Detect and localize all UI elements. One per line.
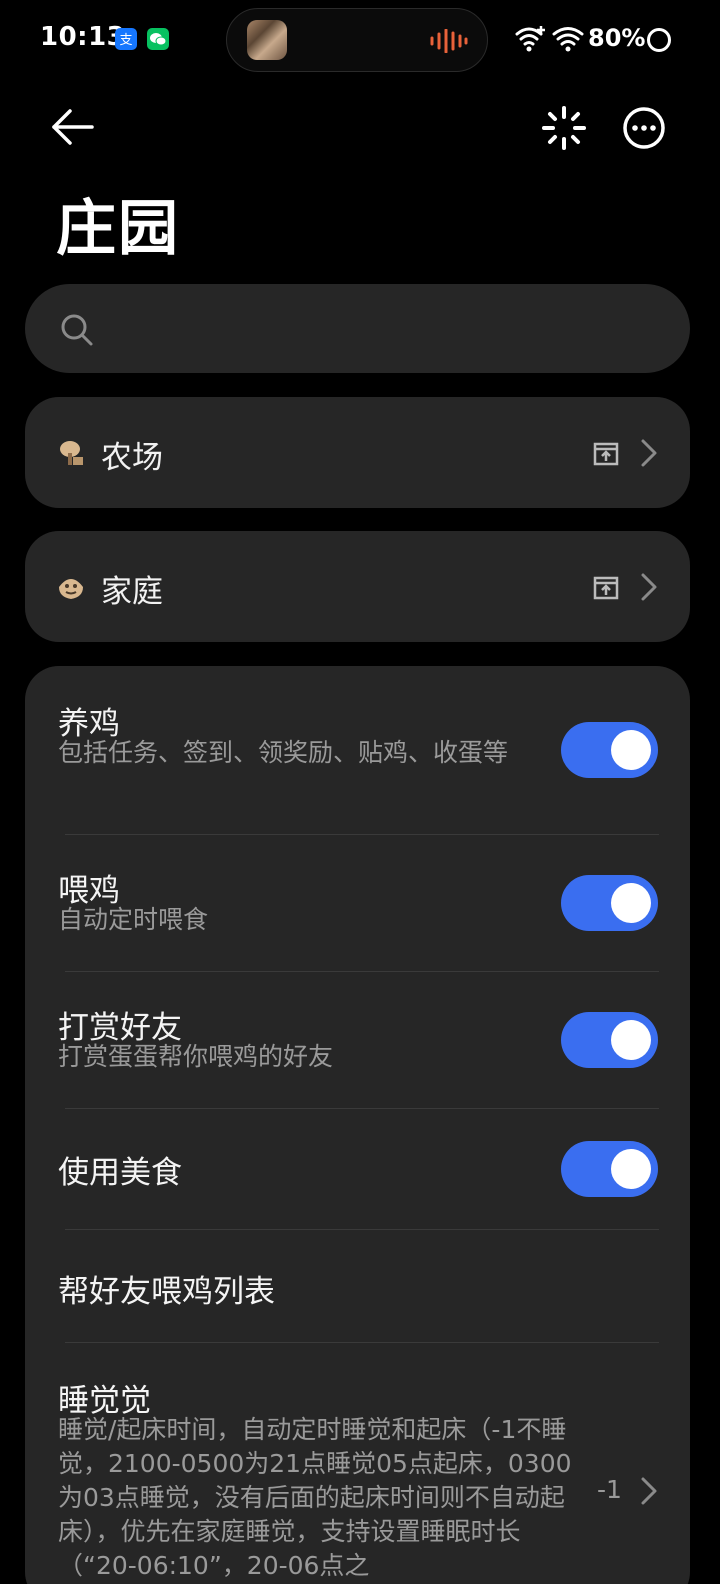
dynamic-island[interactable] bbox=[226, 8, 488, 72]
audio-wave-icon bbox=[430, 29, 468, 53]
setting-row-use-food[interactable]: 使用美食 bbox=[25, 1109, 690, 1229]
search-icon bbox=[61, 314, 93, 346]
setting-row-raise-chicken[interactable]: 养鸡 包括任务、签到、领奖励、贴鸡、收蛋等 bbox=[25, 666, 690, 834]
nav-item-family[interactable]: 家庭 bbox=[25, 531, 690, 642]
setting-row-reward-friends[interactable]: 打赏好友 打赏蛋蛋帮你喂鸡的好友 bbox=[25, 972, 690, 1108]
farm-icon bbox=[60, 441, 83, 465]
nav-item-farm[interactable]: 农场 bbox=[25, 397, 690, 508]
alipay-icon: 支 bbox=[115, 28, 137, 50]
setting-subtitle: 自动定时喂食 bbox=[58, 905, 209, 934]
nav-item-label: 家庭 bbox=[101, 574, 163, 610]
nav-item-label: 农场 bbox=[101, 440, 163, 476]
battery-level: 80% bbox=[588, 24, 646, 52]
chevron-right-icon bbox=[641, 573, 657, 601]
search-input[interactable] bbox=[110, 300, 650, 356]
toggle-knob bbox=[611, 730, 651, 770]
setting-title: 使用美食 bbox=[58, 1155, 182, 1191]
media-thumbnail bbox=[247, 20, 287, 60]
use-food-toggle[interactable] bbox=[561, 1141, 658, 1197]
toggle-knob bbox=[611, 883, 651, 923]
chevron-right-icon bbox=[641, 439, 657, 467]
status-time: 10:13 bbox=[40, 22, 126, 52]
back-arrow-icon[interactable] bbox=[50, 105, 96, 149]
setting-subtitle: 包括任务、签到、领奖励、贴鸡、收蛋等 bbox=[58, 738, 509, 767]
setting-subtitle: 打赏蛋蛋帮你喂鸡的好友 bbox=[58, 1042, 334, 1071]
sparkle-icon[interactable] bbox=[542, 106, 586, 150]
svg-text:支: 支 bbox=[119, 33, 132, 47]
chevron-right-icon bbox=[641, 1477, 657, 1505]
wechat-icon bbox=[147, 28, 169, 50]
open-external-icon[interactable] bbox=[593, 440, 619, 466]
status-bar: 10:13 支 80% bbox=[0, 0, 720, 80]
setting-row-feed-chicken[interactable]: 喂鸡 自动定时喂食 bbox=[25, 835, 690, 971]
setting-row-help-feed-list[interactable]: 帮好友喂鸡列表 bbox=[25, 1230, 690, 1342]
family-icon bbox=[59, 579, 83, 599]
more-icon[interactable] bbox=[622, 106, 666, 150]
setting-value: -1 bbox=[597, 1475, 622, 1504]
wifi-icon bbox=[552, 27, 584, 52]
toggle-knob bbox=[611, 1149, 651, 1189]
reward-friends-toggle[interactable] bbox=[561, 1012, 658, 1068]
setting-title: 帮好友喂鸡列表 bbox=[58, 1274, 275, 1310]
battery-ring-icon bbox=[647, 28, 671, 52]
settings-group: 养鸡 包括任务、签到、领奖励、贴鸡、收蛋等 喂鸡 自动定时喂食 打赏好友 打赏蛋… bbox=[25, 666, 690, 1584]
setting-row-sleep[interactable]: 睡觉觉 睡觉/起床时间，自动定时睡觉和起床（-1不睡觉，2100-0500为21… bbox=[25, 1343, 690, 1584]
page-title: 庄园 bbox=[56, 194, 180, 264]
wifi-plus-icon bbox=[515, 26, 545, 52]
feed-chicken-toggle[interactable] bbox=[561, 875, 658, 931]
toggle-knob bbox=[611, 1020, 651, 1060]
setting-subtitle: 睡觉/起床时间，自动定时睡觉和起床（-1不睡觉，2100-0500为21点睡觉0… bbox=[58, 1415, 572, 1580]
open-external-icon[interactable] bbox=[593, 574, 619, 600]
raise-chicken-toggle[interactable] bbox=[561, 722, 658, 778]
